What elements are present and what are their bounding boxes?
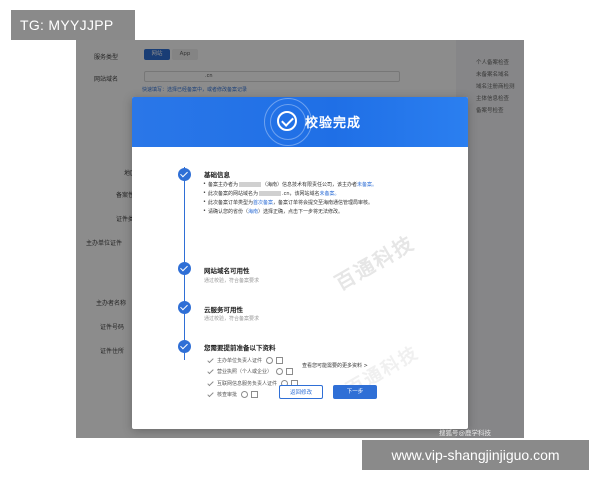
check-icon [208,381,214,387]
redacted-text [239,182,262,187]
step-check-icon [178,262,191,275]
sample-icon[interactable] [286,368,294,375]
redacted-text [259,191,282,196]
check-icon [208,369,214,375]
step-desc: 通过校验，符合备案要求 [204,278,260,284]
step-desc: 通过校验，符合备案要求 [204,316,260,322]
info-bullet: 备案主办者为（海南）信息技术有限责任公司，该主办者未备案。 [203,181,377,188]
step-check-icon [178,340,191,353]
step-title: 云服务可用性 [204,306,243,314]
material-item: 主办单位负责人证件 [208,357,284,364]
verification-dialog: 校验完成 百通科技 百通科技 基础信息 备案主办者为（海南）信息技术有限责任公司… [132,97,468,429]
sample-icon[interactable] [276,357,284,364]
info-bullet: 此次备案订单类型为首次备案，备案订单将会提交至海南通信管理局审核。 [203,199,373,206]
step-title: 网站域名可用性 [204,267,250,275]
step-title: 您需要提前准备以下资料 [204,344,276,352]
help-icon[interactable] [266,357,274,364]
step-check-icon [178,301,191,314]
more-materials-link[interactable]: 查看您可能需要的更多资料 > [302,362,368,369]
help-icon[interactable] [241,391,249,398]
channel-tag: TG: MYYJJPP [11,10,135,40]
watermark-text: 百通科技 [330,230,419,296]
dialog-header: 校验完成 [132,97,468,147]
help-icon[interactable] [276,368,284,375]
material-item: 核查审批 [208,391,259,398]
step-check-icon [178,168,191,181]
check-icon [208,358,214,364]
info-bullet: 请确认您的省份（海南）选择正确，点击下一步将无法修改。 [203,208,343,215]
step-title: 基础信息 [204,171,230,179]
dialog-title: 校验完成 [305,116,362,131]
sample-icon[interactable] [251,391,259,398]
success-check-icon [277,111,297,131]
material-item: 营业执照（个人或企业） [208,368,294,375]
screenshot-frame: 服务类型 网站 App 网站域名 .cn 快速填写：选择已经备案中，或者修改备案… [76,40,524,438]
credit-text: 搜狐号@鹿学科技 [439,429,491,437]
next-step-button[interactable]: 下一步 [333,385,377,399]
check-icon [208,392,214,398]
back-modify-button[interactable]: 返回修改 [279,385,323,399]
info-bullet: 此次备案的网站域名为.cn，该网站域名未备案。 [203,190,340,197]
url-banner: www.vip-shangjinjiguo.com [362,440,589,470]
